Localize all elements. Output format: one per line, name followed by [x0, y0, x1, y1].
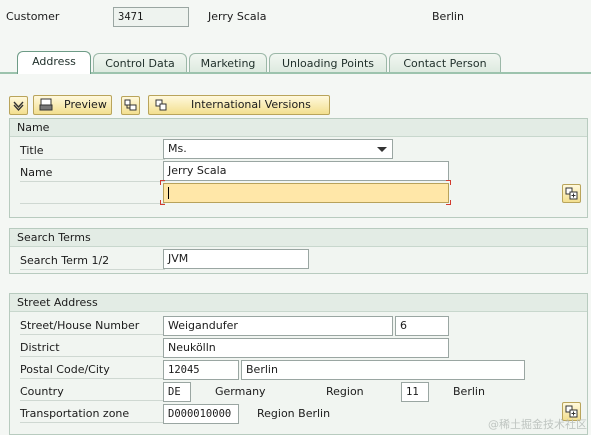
focus-corner-bottom-left: [160, 200, 165, 205]
region-label: Region: [326, 385, 364, 398]
country-row-line: [20, 400, 165, 401]
international-versions-label: International Versions: [191, 98, 311, 111]
street-row-line: [20, 334, 165, 335]
transport-zone-label: Transportation zone: [20, 407, 130, 420]
district-row-line: [20, 356, 165, 357]
name-2-field[interactable]: [163, 183, 449, 203]
tab-marketing[interactable]: Marketing: [189, 53, 267, 73]
organize-icon: [124, 99, 137, 111]
name-label: Name: [20, 166, 53, 179]
country-code-field[interactable]: DE: [163, 382, 191, 402]
search-term-label: Search Term 1/2: [20, 254, 110, 267]
transport-zone-name: Region Berlin: [257, 407, 331, 420]
country-label: Country: [20, 385, 64, 398]
tab-address-label: Address: [32, 55, 76, 68]
name-field[interactable]: Jerry Scala: [163, 161, 449, 181]
name-section: Name Title Ms. Name Jerry Scala: [9, 118, 588, 218]
expand-plus-icon: [565, 187, 578, 200]
district-field[interactable]: Neukölln: [163, 338, 449, 358]
customer-name: Jerry Scala: [208, 10, 267, 23]
printer-icon: [39, 98, 53, 111]
more-name-fields-button[interactable]: [562, 184, 581, 203]
focus-corner-top-left: [160, 180, 165, 185]
region-code-field[interactable]: 11: [401, 382, 429, 402]
tab-control-data-label: Control Data: [105, 57, 175, 70]
country-name: Germany: [215, 385, 266, 398]
street-address-section: Street Address Street/House Number Weiga…: [9, 293, 588, 435]
tab-unloading-points-label: Unloading Points: [281, 57, 375, 70]
district-label: District: [20, 341, 60, 354]
search-term-field[interactable]: JVM: [163, 249, 309, 269]
search-terms-title: Search Terms: [17, 231, 91, 244]
transport-zone-field[interactable]: D000010000: [163, 404, 239, 424]
street-field[interactable]: Weigandufer: [163, 316, 393, 336]
organize-button[interactable]: [121, 96, 140, 115]
tab-unloading-points[interactable]: Unloading Points: [269, 53, 387, 73]
tab-address[interactable]: Address: [17, 51, 91, 74]
name-section-header: Name: [10, 119, 587, 137]
watermark-text: @稀土掘金技术社区: [488, 418, 587, 431]
customer-number-field: 3471: [113, 7, 189, 27]
transport-zone-row-line: [20, 422, 165, 423]
collapse-down-icon: [13, 101, 24, 112]
preview-button[interactable]: Preview: [33, 95, 112, 115]
name2-row-line: [20, 203, 165, 204]
tab-control-data[interactable]: Control Data: [93, 53, 187, 73]
preview-button-label: Preview: [64, 98, 107, 111]
house-number-field[interactable]: 6: [395, 316, 449, 336]
postal-city-row-line: [20, 378, 165, 379]
title-select-value: Ms.: [168, 142, 187, 155]
name-row-line: [20, 181, 165, 182]
title-label: Title: [20, 144, 44, 157]
postal-city-label: Postal Code/City: [20, 363, 110, 376]
postal-code-field[interactable]: 12045: [163, 360, 239, 380]
region-name: Berlin: [453, 385, 485, 398]
focus-corner-bottom-right: [446, 200, 451, 205]
search-terms-header: Search Terms: [10, 229, 587, 247]
customer-label: Customer: [6, 10, 60, 23]
street-address-header: Street Address: [10, 294, 587, 312]
title-select[interactable]: Ms.: [163, 139, 393, 159]
search-terms-section: Search Terms Search Term 1/2 JVM: [9, 228, 588, 274]
focus-corner-top-right: [446, 180, 451, 185]
street-address-title: Street Address: [17, 296, 98, 309]
street-label: Street/House Number: [20, 319, 140, 332]
international-versions-icon: [155, 99, 167, 111]
collapse-toggle-button[interactable]: [9, 96, 28, 115]
text-cursor: [168, 187, 169, 199]
international-versions-button[interactable]: International Versions: [148, 95, 330, 115]
tab-contact-person[interactable]: Contact Person: [389, 53, 501, 73]
title-row-line: [20, 159, 165, 160]
search-term-row-line: [20, 269, 165, 270]
tab-marketing-label: Marketing: [200, 57, 256, 70]
dropdown-arrow-icon: [377, 147, 387, 152]
name-section-title: Name: [17, 121, 50, 134]
customer-city: Berlin: [432, 10, 464, 23]
tab-contact-person-label: Contact Person: [403, 57, 487, 70]
city-field[interactable]: Berlin: [241, 360, 525, 380]
